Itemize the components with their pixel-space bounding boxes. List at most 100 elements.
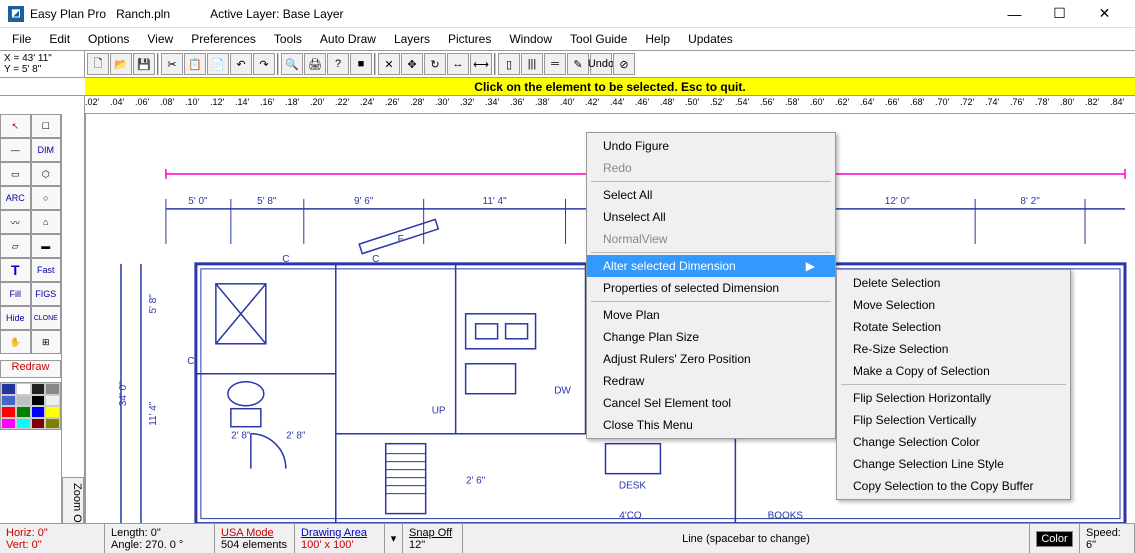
- marquee-tool[interactable]: ☐: [31, 114, 62, 138]
- menu-item[interactable]: Change Selection Color: [837, 431, 1070, 453]
- menu-item[interactable]: Rotate Selection: [837, 316, 1070, 338]
- flat-tool[interactable]: ▬: [31, 234, 62, 258]
- menu-tool-guide[interactable]: Tool Guide: [562, 30, 635, 48]
- status-area-dropdown[interactable]: ▾: [385, 524, 403, 553]
- toolbar-button[interactable]: 🗋: [87, 53, 109, 75]
- toolbar-button[interactable]: 📋: [184, 53, 206, 75]
- menu-item[interactable]: Make a Copy of Selection: [837, 360, 1070, 382]
- minimize-button[interactable]: —: [992, 0, 1037, 28]
- toolbar-button[interactable]: ✕: [378, 53, 400, 75]
- menu-item[interactable]: Copy Selection to the Copy Buffer: [837, 475, 1070, 497]
- status-drawing-area[interactable]: Drawing Area100' x 100': [295, 524, 385, 553]
- color-swatch[interactable]: [16, 406, 31, 418]
- menu-item[interactable]: Change Plan Size: [587, 326, 835, 348]
- toolbar-button[interactable]: ↷: [253, 53, 275, 75]
- maximize-button[interactable]: ☐: [1037, 0, 1082, 28]
- menu-item[interactable]: Alter selected Dimension▶: [587, 255, 835, 277]
- menu-item[interactable]: Adjust Rulers' Zero Position: [587, 348, 835, 370]
- menu-item[interactable]: Delete Selection: [837, 272, 1070, 294]
- roof-tool[interactable]: ⌂: [31, 210, 62, 234]
- menu-file[interactable]: File: [4, 30, 39, 48]
- color-swatch[interactable]: [45, 395, 60, 407]
- toolbar-button[interactable]: ↔: [447, 53, 469, 75]
- toolbar-button[interactable]: ⊘: [613, 53, 635, 75]
- toolbar-button[interactable]: ✂: [161, 53, 183, 75]
- hand-tool[interactable]: ✋: [0, 330, 31, 354]
- poly-tool[interactable]: ▱: [0, 234, 31, 258]
- redraw-button[interactable]: Redraw: [0, 360, 61, 378]
- drawing-canvas[interactable]: SOFTPEDIA: [85, 114, 1135, 537]
- menu-item[interactable]: Change Selection Line Style: [837, 453, 1070, 475]
- color-swatch[interactable]: [31, 418, 46, 430]
- text-tool[interactable]: T: [0, 258, 31, 282]
- color-swatch[interactable]: [31, 395, 46, 407]
- wave-tool[interactable]: 〰: [0, 210, 31, 234]
- menu-edit[interactable]: Edit: [41, 30, 78, 48]
- rect-tool[interactable]: ▭: [0, 162, 31, 186]
- menu-item[interactable]: Flip Selection Horizontally: [837, 387, 1070, 409]
- toolbar-button[interactable]: 🖨: [304, 53, 326, 75]
- arrow-tool[interactable]: ↖: [0, 114, 31, 138]
- figs-tool[interactable]: FIGS: [31, 282, 62, 306]
- menu-pictures[interactable]: Pictures: [440, 30, 499, 48]
- menu-item[interactable]: Redraw: [587, 370, 835, 392]
- menu-item[interactable]: Select All: [587, 184, 835, 206]
- menu-item[interactable]: Move Selection: [837, 294, 1070, 316]
- menu-item[interactable]: Close This Menu: [587, 414, 835, 436]
- toolbar-button[interactable]: ═: [544, 53, 566, 75]
- menu-item[interactable]: Cancel Sel Element tool: [587, 392, 835, 414]
- toolbar-button[interactable]: Undo: [590, 53, 612, 75]
- fasttext-tool[interactable]: Fast: [31, 258, 62, 282]
- toolbar-button[interactable]: ⟷: [470, 53, 492, 75]
- menu-layers[interactable]: Layers: [386, 30, 438, 48]
- line-tool[interactable]: —: [0, 138, 31, 162]
- menu-item[interactable]: Unselect All: [587, 206, 835, 228]
- color-swatch[interactable]: [31, 406, 46, 418]
- vertical-ruler[interactable]: [62, 114, 84, 477]
- hide-tool[interactable]: Hide: [0, 306, 31, 330]
- fill-tool[interactable]: Fill: [0, 282, 31, 306]
- menu-view[interactable]: View: [139, 30, 181, 48]
- grid-tool[interactable]: ⊞: [31, 330, 62, 354]
- toolbar-button[interactable]: |||: [521, 53, 543, 75]
- color-swatch[interactable]: [45, 406, 60, 418]
- toolbar-button[interactable]: ✥: [401, 53, 423, 75]
- close-button[interactable]: ✕: [1082, 0, 1127, 28]
- toolbar-button[interactable]: ?: [327, 53, 349, 75]
- toolbar-button[interactable]: ✎: [567, 53, 589, 75]
- status-speed[interactable]: Speed:6": [1080, 524, 1135, 553]
- toolbar-button[interactable]: ↶: [230, 53, 252, 75]
- status-snap[interactable]: Snap Off12": [403, 524, 463, 553]
- context-submenu[interactable]: Delete SelectionMove SelectionRotate Sel…: [836, 269, 1071, 500]
- menu-auto-draw[interactable]: Auto Draw: [312, 30, 384, 48]
- clone-tool[interactable]: CLONE: [31, 306, 62, 330]
- color-swatch[interactable]: [16, 418, 31, 430]
- menu-item[interactable]: Properties of selected Dimension: [587, 277, 835, 299]
- dim-tool[interactable]: DIM: [31, 138, 62, 162]
- color-palette[interactable]: [0, 382, 61, 430]
- color-swatch[interactable]: [45, 418, 60, 430]
- status-mode[interactable]: USA Mode504 elements: [215, 524, 295, 553]
- menu-updates[interactable]: Updates: [680, 30, 741, 48]
- toolbar-button[interactable]: ↻: [424, 53, 446, 75]
- color-swatch[interactable]: [1, 418, 16, 430]
- color-swatch[interactable]: [45, 383, 60, 395]
- color-swatch[interactable]: [16, 383, 31, 395]
- color-swatch[interactable]: [1, 383, 16, 395]
- hex-tool[interactable]: ⬡: [31, 162, 62, 186]
- menu-preferences[interactable]: Preferences: [183, 30, 264, 48]
- menu-item[interactable]: Move Plan: [587, 304, 835, 326]
- menu-tools[interactable]: Tools: [266, 30, 310, 48]
- menu-window[interactable]: Window: [501, 30, 560, 48]
- menu-options[interactable]: Options: [80, 30, 137, 48]
- horizontal-ruler[interactable]: .02'.04'.06'.08'.10'.12'.14'.16'.18'.20'…: [85, 96, 1135, 114]
- menu-item[interactable]: Flip Selection Vertically: [837, 409, 1070, 431]
- color-swatch[interactable]: [1, 395, 16, 407]
- color-swatch[interactable]: [31, 383, 46, 395]
- color-swatch[interactable]: [16, 395, 31, 407]
- toolbar-button[interactable]: 📂: [110, 53, 132, 75]
- color-swatch[interactable]: [1, 406, 16, 418]
- toolbar-button[interactable]: ■: [350, 53, 372, 75]
- arc-tool[interactable]: ARC: [0, 186, 31, 210]
- status-color-button[interactable]: Color: [1030, 524, 1080, 553]
